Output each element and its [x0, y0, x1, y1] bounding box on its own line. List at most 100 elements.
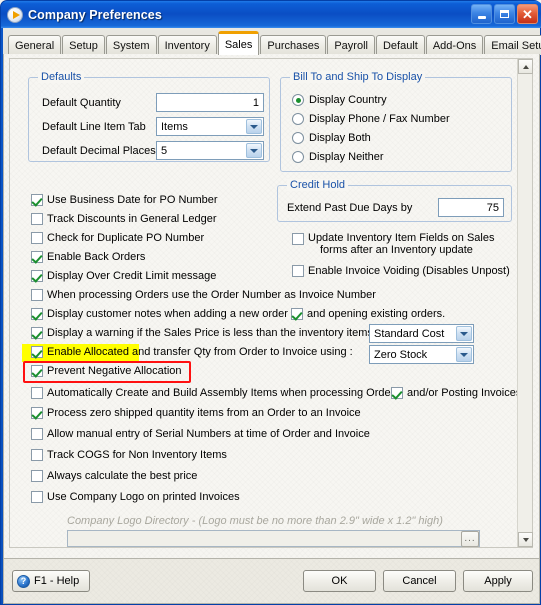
checkbox-label: Always calculate the best price [47, 470, 198, 482]
tab-system[interactable]: System [105, 35, 157, 55]
checkbox-icon [291, 308, 303, 320]
ok-button[interactable]: OK [303, 570, 376, 592]
checkbox-enable-invoice-voiding[interactable]: Enable Invoice Voiding (Disables Unpost) [292, 265, 510, 277]
default-quantity-input[interactable]: 1 [156, 93, 264, 112]
tab-addons[interactable]: Add-Ons [425, 35, 484, 55]
tab-general[interactable]: General [8, 35, 62, 55]
default-line-item-tab-label: Default Line Item Tab [42, 121, 146, 133]
company-logo-directory-note: Company Logo Directory - (Logo must be n… [67, 515, 443, 527]
chevron-down-icon[interactable] [456, 347, 472, 362]
checkbox-icon [31, 491, 43, 503]
extend-past-due-input[interactable]: 75 [438, 198, 504, 217]
checkbox-update-inventory-fields[interactable]: Update Inventory Item Fields on Sales fo… [292, 232, 494, 256]
extend-past-due-value: 75 [486, 201, 499, 214]
tab-inventory[interactable]: Inventory [157, 35, 217, 55]
checkbox-icon [391, 387, 403, 399]
checkbox-label: Display Over Credit Limit message [47, 270, 217, 282]
checkbox-label: Display a warning if the Sales Price is … [47, 327, 373, 339]
checkbox-process-zero-shipped[interactable]: Process zero shipped quantity items from… [31, 407, 361, 419]
checkbox-icon [31, 470, 43, 482]
minimize-button[interactable] [471, 4, 492, 24]
checkbox-order-number-as-invoice[interactable]: When processing Orders use the Order Num… [31, 289, 376, 301]
radio-display-phone-fax[interactable]: Display Phone / Fax Number [292, 113, 450, 125]
checkbox-label: Prevent Negative Allocation [47, 365, 182, 377]
checkbox-display-customer-notes[interactable]: Display customer notes when adding a new… [31, 308, 288, 320]
tab-label: Add-Ons [432, 39, 477, 52]
checkbox-label-rest: and transfer Qty from Order to Invoice u… [128, 346, 353, 358]
checkbox-use-company-logo[interactable]: Use Company Logo on printed Invoices [31, 491, 240, 503]
checkbox-label: Check for Duplicate PO Number [47, 232, 205, 244]
checkbox-label: Track COGS for Non Inventory Items [47, 449, 227, 461]
company-preferences-window: Company Preferences ✕ General Setup Syst… [0, 0, 541, 605]
title-bar[interactable]: Company Preferences ✕ [1, 1, 541, 28]
checkbox-label: Allow manual entry of Serial Numbers at … [47, 428, 370, 440]
tab-purchases[interactable]: Purchases [260, 35, 327, 55]
checkbox-opening-existing-orders[interactable]: and opening existing orders. [291, 308, 445, 320]
tab-sales[interactable]: Sales [217, 31, 260, 55]
radio-display-neither[interactable]: Display Neither [292, 151, 384, 163]
chevron-down-icon[interactable] [246, 143, 262, 158]
checkbox-auto-build-assembly[interactable]: Automatically Create and Build Assembly … [31, 387, 400, 399]
tab-label: System [112, 39, 150, 52]
company-logo-directory-input[interactable] [67, 530, 480, 547]
help-button[interactable]: ? F1 - Help [12, 570, 90, 592]
tab-strip: General Setup System Inventory Sales Pur… [3, 28, 541, 55]
tab-setup[interactable]: Setup [62, 35, 105, 55]
checkbox-label-highlight: Enable Allocated [47, 346, 129, 358]
tab-label: Inventory [164, 39, 210, 52]
minimize-icon [477, 15, 486, 19]
radio-label: Display Both [309, 132, 371, 144]
checkbox-best-price[interactable]: Always calculate the best price [31, 470, 197, 482]
radio-icon [292, 94, 304, 106]
apply-button-label: Apply [484, 575, 512, 587]
radio-display-both[interactable]: Display Both [292, 132, 371, 144]
checkbox-posting-invoices[interactable]: and/or Posting Invoices [391, 387, 521, 399]
tab-label: General [15, 39, 55, 52]
checkbox-icon [31, 428, 43, 440]
dialog-footer: ? F1 - Help OK Cancel Apply [3, 559, 540, 604]
checkbox-icon [31, 213, 43, 225]
checkbox-enable-allocated[interactable]: Enable Allocated and transfer Qty from O… [31, 346, 353, 358]
checkbox-icon [292, 265, 304, 277]
bill-ship-group-legend: Bill To and Ship To Display [290, 71, 426, 83]
allocation-source-select[interactable]: Zero Stock [369, 345, 474, 364]
checkbox-icon [31, 308, 43, 320]
cancel-button[interactable]: Cancel [383, 570, 456, 592]
tab-email-setup[interactable]: Email Setup [484, 35, 541, 55]
checkbox-prevent-negative-allocation[interactable]: Prevent Negative Allocation [31, 365, 182, 377]
checkbox-icon [31, 449, 43, 461]
checkbox-icon [31, 346, 43, 358]
checkbox-display-sales-price-warning[interactable]: Display a warning if the Sales Price is … [31, 327, 373, 339]
checkbox-use-business-date[interactable]: Use Business Date for PO Number [31, 194, 218, 206]
tab-default[interactable]: Default [375, 35, 425, 55]
maximize-button[interactable] [494, 4, 515, 24]
vertical-scrollbar[interactable] [517, 59, 533, 547]
close-button[interactable]: ✕ [517, 4, 538, 24]
apply-button[interactable]: Apply [463, 570, 533, 592]
checkbox-icon [31, 407, 43, 419]
checkbox-track-cogs[interactable]: Track COGS for Non Inventory Items [31, 449, 227, 461]
scroll-up-button[interactable] [518, 59, 533, 74]
checkbox-label: Use Company Logo on printed Invoices [47, 491, 240, 503]
checkbox-over-credit-limit[interactable]: Display Over Credit Limit message [31, 270, 216, 282]
sales-price-basis-select[interactable]: Standard Cost [369, 324, 474, 343]
checkbox-track-discounts[interactable]: Track Discounts in General Ledger [31, 213, 217, 225]
chevron-down-icon[interactable] [456, 326, 472, 341]
checkbox-label: Enable Back Orders [47, 251, 146, 263]
checkbox-duplicate-po[interactable]: Check for Duplicate PO Number [31, 232, 204, 244]
tab-label: Email Setup [491, 39, 541, 52]
credit-hold-group-legend: Credit Hold [287, 179, 349, 191]
checkbox-manual-serial-numbers[interactable]: Allow manual entry of Serial Numbers at … [31, 428, 370, 440]
checkbox-enable-back-orders[interactable]: Enable Back Orders [31, 251, 145, 263]
default-line-item-tab-select[interactable]: Items [156, 117, 264, 136]
browse-logo-directory-button[interactable]: ... [461, 531, 479, 547]
radio-display-country[interactable]: Display Country [292, 94, 387, 106]
checkbox-icon [31, 289, 43, 301]
scroll-down-button[interactable] [518, 532, 533, 547]
checkbox-label: Automatically Create and Build Assembly … [47, 387, 400, 399]
default-decimal-places-select[interactable]: 5 [156, 141, 264, 160]
checkbox-icon [31, 270, 43, 282]
chevron-down-icon[interactable] [246, 119, 262, 134]
tab-payroll[interactable]: Payroll [327, 35, 375, 55]
default-quantity-value: 1 [252, 96, 259, 109]
